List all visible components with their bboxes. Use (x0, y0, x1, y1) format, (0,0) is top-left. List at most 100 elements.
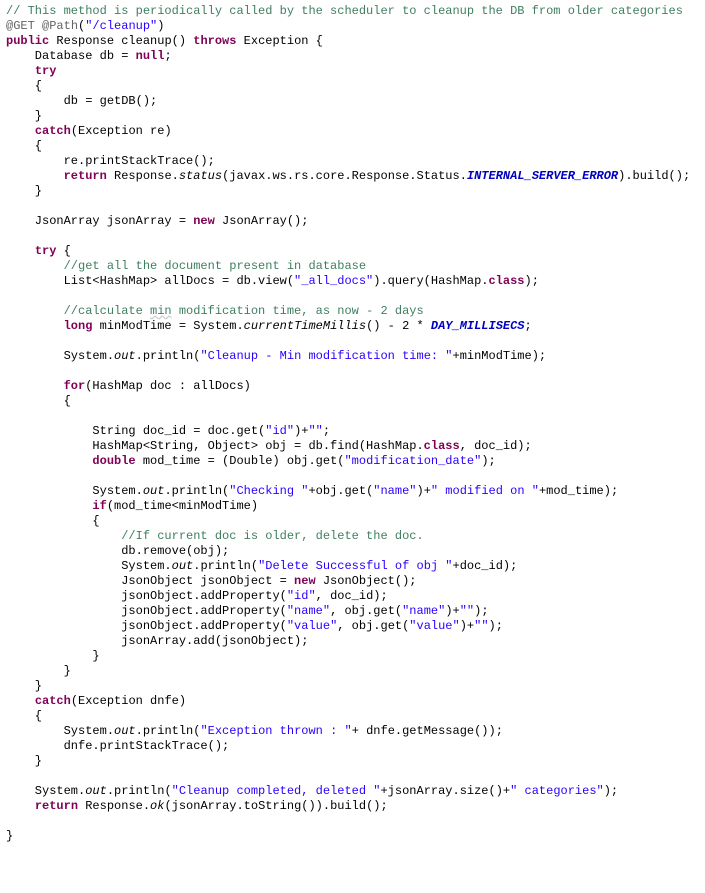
code-token: } (6, 649, 100, 663)
code-token: //calculate (64, 304, 150, 318)
code-line: //If current doc is older, delete the do… (6, 529, 699, 544)
code-line: System.out.println("Delete Successful of… (6, 559, 699, 574)
code-line (6, 814, 699, 829)
code-token: } (6, 754, 42, 768)
code-token (6, 259, 64, 273)
code-line: double mod_time = (Double) obj.get("modi… (6, 454, 699, 469)
code-line: } (6, 754, 699, 769)
code-line (6, 364, 699, 379)
code-token: "value" (287, 619, 337, 633)
code-token: } (6, 109, 42, 123)
code-line: dnfe.printStackTrace(); (6, 739, 699, 754)
code-token: ok (150, 799, 164, 813)
code-token (35, 19, 42, 33)
code-token: ).query(HashMap. (373, 274, 488, 288)
code-token: out (143, 484, 165, 498)
code-token: String doc_id = doc.get( (6, 424, 265, 438)
code-token: "name" (287, 604, 330, 618)
code-token: .println( (136, 724, 201, 738)
code-line: try (6, 64, 699, 79)
code-token: HashMap<String, Object> obj = db.find(Ha… (6, 439, 424, 453)
code-token: new (294, 574, 316, 588)
code-token: re.printStackTrace(); (6, 154, 215, 168)
code-line: } (6, 649, 699, 664)
code-line: } (6, 829, 699, 844)
code-line: { (6, 139, 699, 154)
code-token: class (424, 439, 460, 453)
code-token: System. (6, 559, 172, 573)
code-token: catch (35, 124, 71, 138)
code-line (6, 769, 699, 784)
code-token: status (179, 169, 222, 183)
code-line (6, 199, 699, 214)
code-token: JsonObject(); (316, 574, 417, 588)
code-token: try (35, 64, 57, 78)
code-token: } (6, 184, 42, 198)
code-token: Exception { (236, 34, 322, 48)
code-token: DAY_MILLISECS (431, 319, 525, 333)
code-token: db = getDB(); (6, 94, 157, 108)
code-token: JsonObject jsonObject = (6, 574, 294, 588)
code-line: return Response.status(javax.ws.rs.core.… (6, 169, 699, 184)
code-line: if(mod_time<minModTime) (6, 499, 699, 514)
code-token (6, 379, 64, 393)
code-token: +jsonArray.size()+ (380, 784, 510, 798)
code-token (6, 499, 92, 513)
code-token: ; (164, 49, 171, 63)
code-line: jsonObject.addProperty("value", obj.get(… (6, 619, 699, 634)
code-line: //calculate min modification time, as no… (6, 304, 699, 319)
code-token: ; (525, 319, 532, 333)
code-token: )+ (417, 484, 431, 498)
code-token: } (6, 829, 13, 843)
code-line: catch(Exception re) (6, 124, 699, 139)
code-token: "" (474, 619, 488, 633)
code-token: return (64, 169, 107, 183)
code-token: .println( (193, 559, 258, 573)
code-line: return Response.ok(jsonArray.toString())… (6, 799, 699, 814)
code-line: } (6, 109, 699, 124)
code-token: ; (323, 424, 330, 438)
code-token: ); (525, 274, 539, 288)
code-token: "Cleanup - Min modification time: " (200, 349, 452, 363)
code-token: )+ (294, 424, 308, 438)
code-token: "Delete Successful of obj " (258, 559, 452, 573)
code-line: public Response cleanup() throws Excepti… (6, 34, 699, 49)
code-line: HashMap<String, Object> obj = db.find(Ha… (6, 439, 699, 454)
code-token: " categories" (510, 784, 604, 798)
code-line: System.out.println("Exception thrown : "… (6, 724, 699, 739)
code-block: // This method is periodically called by… (6, 4, 699, 844)
code-token: { (6, 394, 71, 408)
code-token: out (114, 724, 136, 738)
code-line: try { (6, 244, 699, 259)
code-line: List<HashMap> allDocs = db.view("_all_do… (6, 274, 699, 289)
code-token: "Checking " (229, 484, 308, 498)
code-token: throws (193, 34, 236, 48)
code-token: "id" (265, 424, 294, 438)
code-token (6, 454, 92, 468)
code-token: +minModTime); (453, 349, 547, 363)
code-line: { (6, 514, 699, 529)
code-line: re.printStackTrace(); (6, 154, 699, 169)
code-token: ).build(); (618, 169, 690, 183)
code-token: @Path (42, 19, 78, 33)
code-token: { (56, 244, 70, 258)
code-token: System. (6, 349, 114, 363)
code-line: } (6, 679, 699, 694)
code-line: System.out.println("Cleanup - Min modifi… (6, 349, 699, 364)
code-token: for (64, 379, 86, 393)
code-token: INTERNAL_SERVER_ERROR (467, 169, 618, 183)
code-token: )+ (445, 604, 459, 618)
code-token: mod_time = (Double) obj.get( (136, 454, 345, 468)
code-token: null (136, 49, 165, 63)
code-token: Response. (107, 169, 179, 183)
code-line: System.out.println("Checking "+obj.get("… (6, 484, 699, 499)
code-token (6, 694, 35, 708)
code-token: //If current doc is older, delete the do… (121, 529, 423, 543)
code-token: //get all the document present in databa… (64, 259, 366, 273)
code-token: jsonObject.addProperty( (6, 589, 287, 603)
code-line: jsonObject.addProperty("name", obj.get("… (6, 604, 699, 619)
code-line: System.out.println("Cleanup completed, d… (6, 784, 699, 799)
code-token: "modification_date" (344, 454, 481, 468)
code-token: () - 2 * (366, 319, 431, 333)
code-token: +mod_time); (539, 484, 618, 498)
